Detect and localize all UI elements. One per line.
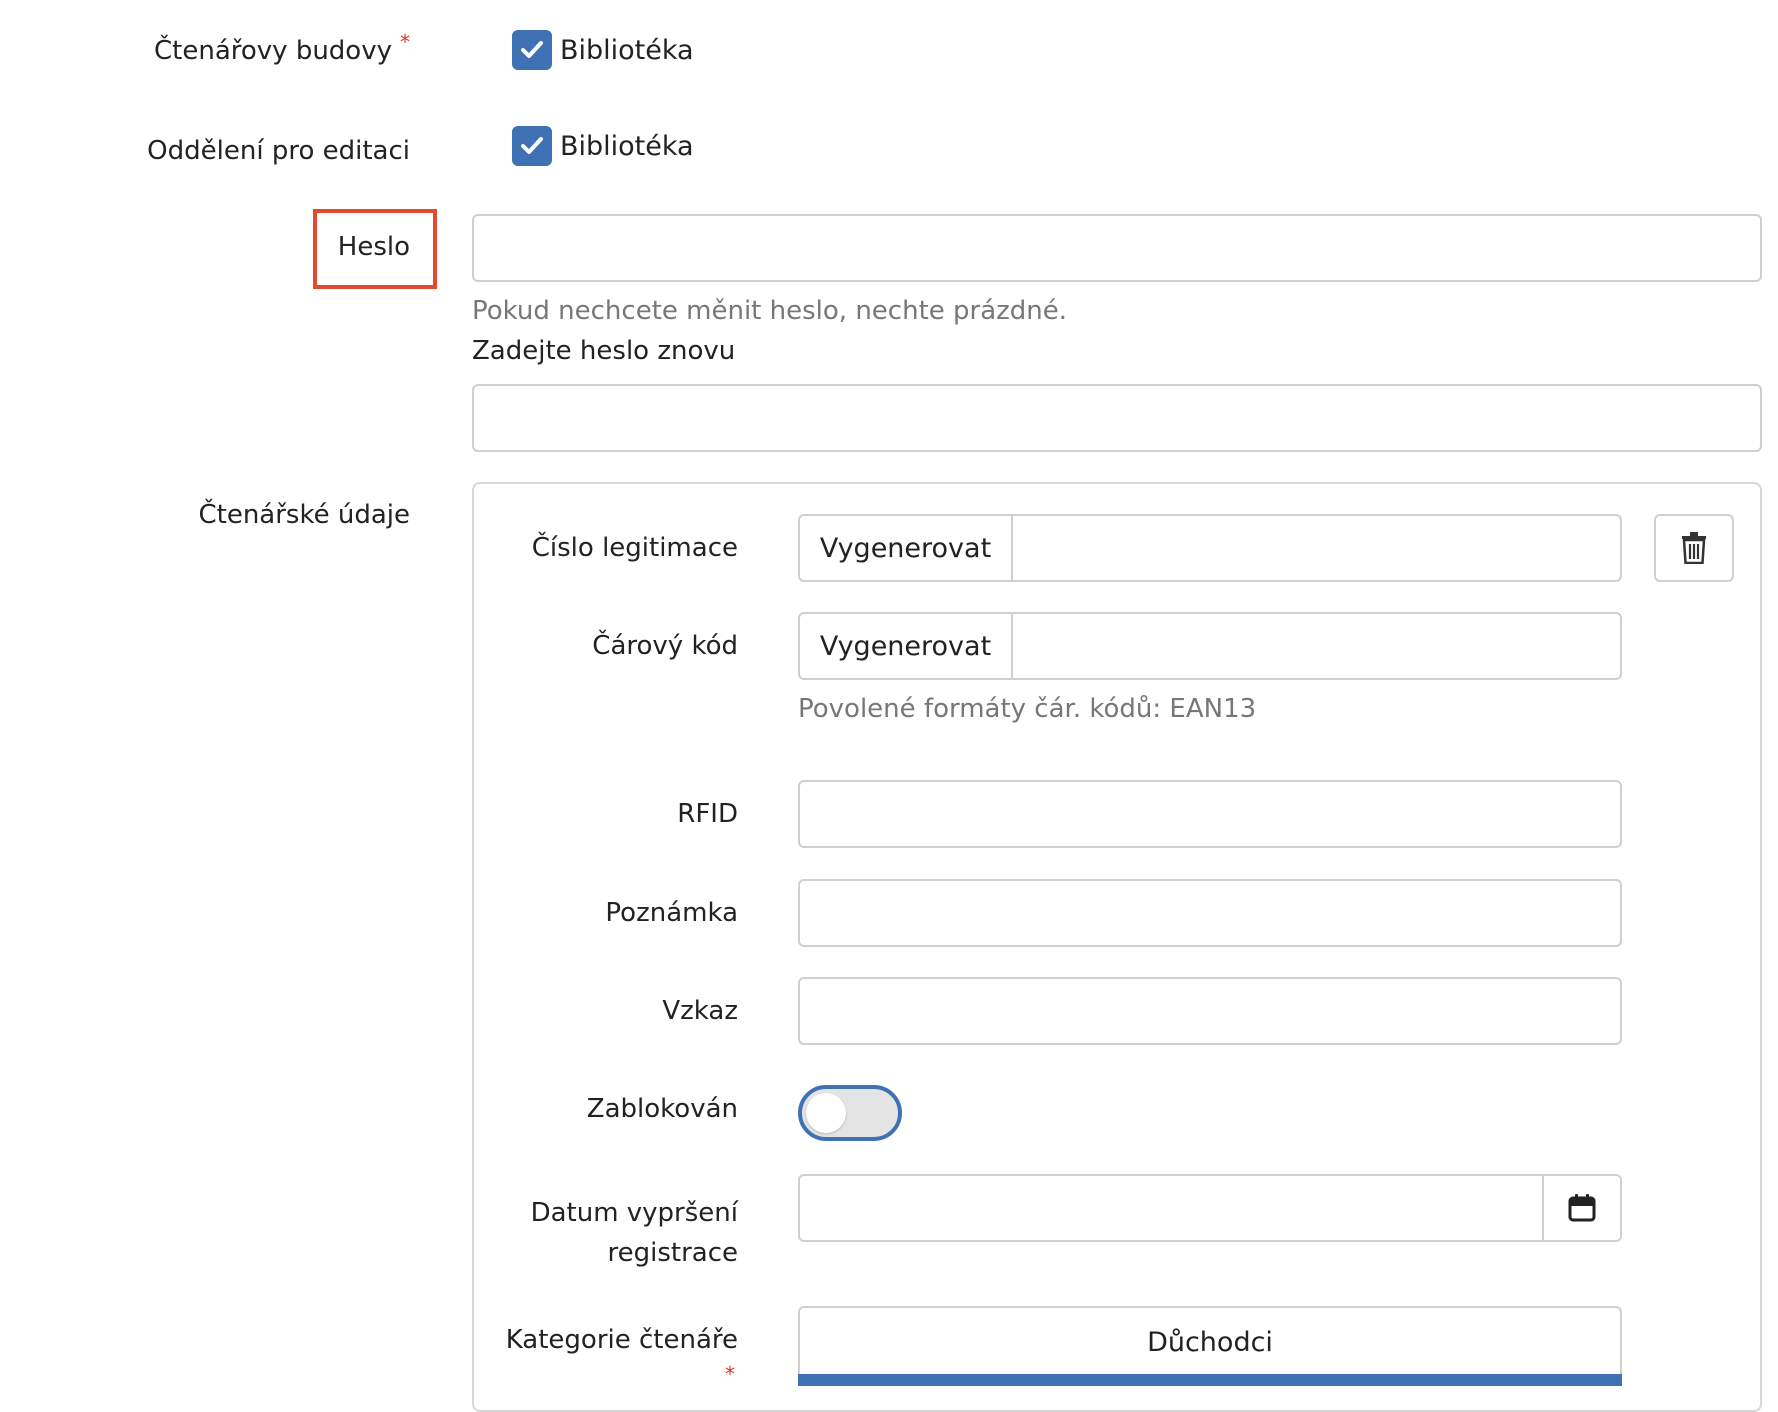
expiry-date-input[interactable]: [798, 1174, 1544, 1242]
check-icon: [521, 137, 543, 154]
edit-department-label: Oddělení pro editaci: [147, 136, 410, 166]
buildings-option-label[interactable]: Bibliotéka: [560, 35, 694, 66]
note-input[interactable]: [798, 879, 1622, 947]
message-input[interactable]: [798, 977, 1622, 1045]
buildings-checkbox[interactable]: [512, 30, 552, 70]
rfid-label: RFID: [677, 799, 738, 829]
buildings-label: Čtenářovy budovy *: [80, 30, 410, 66]
card-number-input[interactable]: [1013, 514, 1622, 582]
barcode-hint: Povolené formáty čár. kódů: EAN13: [798, 694, 1257, 724]
barcode-input[interactable]: [1013, 612, 1622, 680]
password-label: Heslo: [337, 232, 410, 262]
password-repeat-input[interactable]: [472, 384, 1762, 452]
buildings-checkbox-group[interactable]: Bibliotéka: [512, 30, 694, 70]
edit-department-option-label[interactable]: Bibliotéka: [560, 131, 694, 162]
expiry-label-line2: registrace: [607, 1238, 739, 1268]
password-repeat-label: Zadejte heslo znovu: [472, 336, 736, 366]
category-option-selected[interactable]: Důchodci: [798, 1306, 1622, 1376]
edit-department-checkbox-group[interactable]: Bibliotéka: [512, 126, 694, 166]
password-input[interactable]: [472, 214, 1762, 282]
card-number-generate-button[interactable]: Vygenerovat: [798, 514, 1013, 582]
category-option-highlight[interactable]: [798, 1374, 1622, 1386]
card-number-label: Číslo legitimace: [531, 533, 738, 563]
delete-button[interactable]: [1654, 514, 1734, 582]
edit-department-checkbox[interactable]: [512, 126, 552, 166]
trash-icon: [1682, 532, 1706, 564]
blocked-toggle[interactable]: [798, 1085, 902, 1141]
category-label: Kategorie čtenáře: [440, 1325, 738, 1355]
calendar-button[interactable]: [1542, 1174, 1622, 1242]
message-label: Vzkaz: [662, 996, 738, 1026]
toggle-knob: [806, 1093, 846, 1133]
category-label-text: Kategorie čtenáře: [505, 1325, 738, 1355]
blocked-label: Zablokován: [586, 1094, 738, 1124]
category-required-mark: *: [725, 1362, 735, 1386]
barcode-label: Čárový kód: [592, 631, 738, 661]
barcode-generate-button[interactable]: Vygenerovat: [798, 612, 1013, 680]
rfid-input[interactable]: [798, 780, 1622, 848]
required-mark: *: [400, 30, 410, 54]
check-icon: [521, 41, 543, 58]
buildings-label-text: Čtenářovy budovy: [154, 36, 392, 66]
expiry-label: Datum vypršení registrace: [440, 1193, 738, 1273]
note-label: Poznámka: [605, 898, 738, 928]
reader-data-label: Čtenářské údaje: [198, 500, 410, 530]
calendar-icon: [1568, 1194, 1596, 1222]
password-hint: Pokud nechcete měnit heslo, nechte prázd…: [472, 296, 1068, 326]
expiry-label-line1: Datum vypršení: [530, 1198, 738, 1228]
